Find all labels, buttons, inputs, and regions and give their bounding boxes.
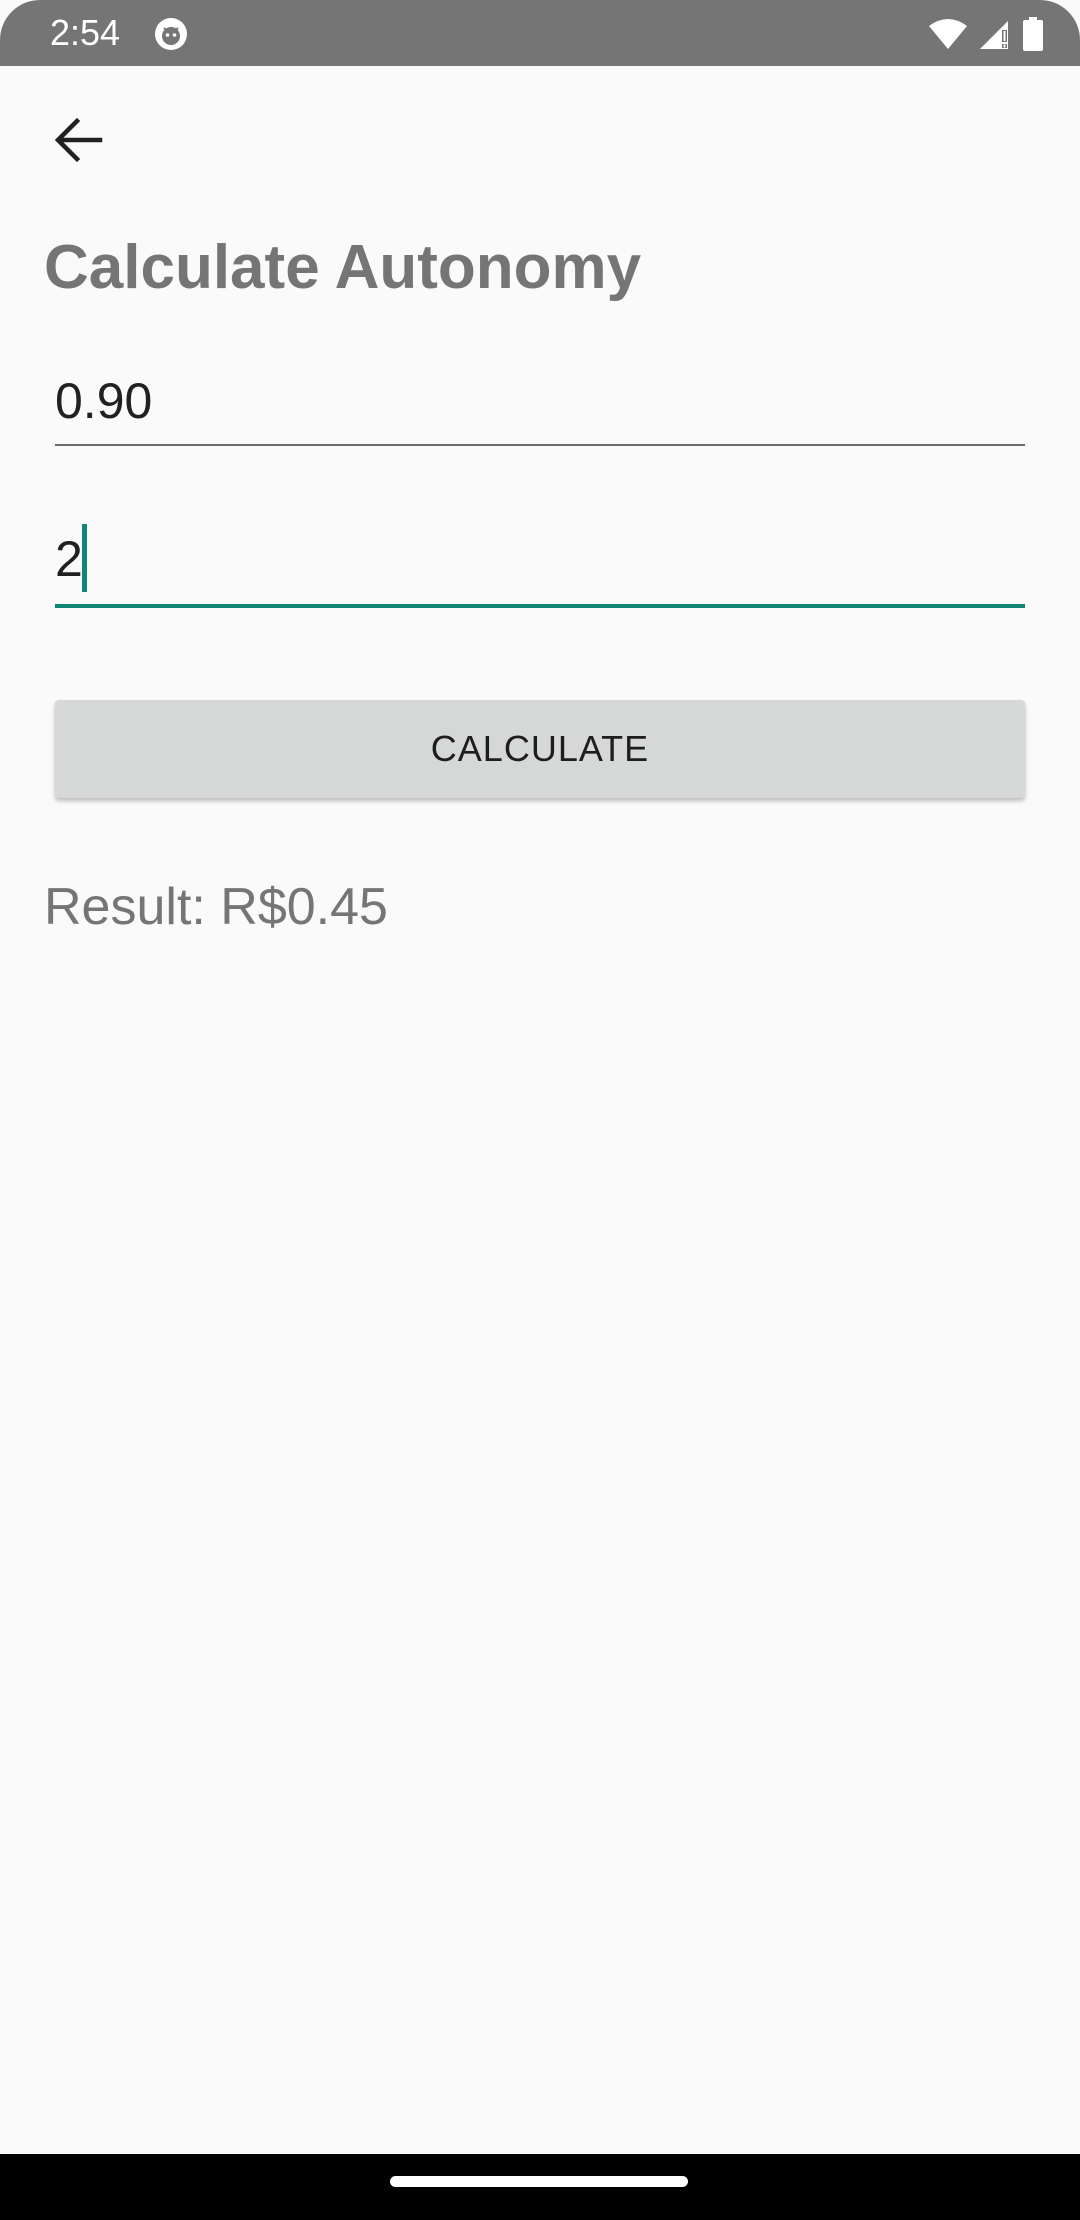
result-text: Result: R$0.45 (44, 878, 388, 936)
back-button[interactable] (40, 104, 116, 180)
home-gesture-handle[interactable] (390, 2176, 688, 2187)
cellular-signal-icon (978, 18, 1012, 50)
page-title: Calculate Autonomy (44, 233, 642, 302)
arrow-back-icon (53, 117, 103, 168)
amount-field[interactable] (55, 366, 1025, 446)
status-bar: 2:54 (0, 0, 1080, 66)
amount-field-underline (55, 444, 1025, 446)
amount-input[interactable] (55, 366, 1025, 436)
quantity-field-underline (55, 604, 1025, 608)
wifi-icon (928, 18, 968, 50)
navigation-bar (0, 2154, 1080, 2220)
calculate-button[interactable]: CALCULATE (55, 700, 1025, 798)
android-debug-icon (153, 16, 189, 52)
text-cursor (82, 524, 87, 592)
battery-icon (1022, 17, 1044, 51)
status-time: 2:54 (50, 12, 121, 53)
quantity-field[interactable] (55, 524, 1025, 608)
quantity-input[interactable] (55, 524, 1025, 594)
status-icons (928, 14, 1044, 54)
